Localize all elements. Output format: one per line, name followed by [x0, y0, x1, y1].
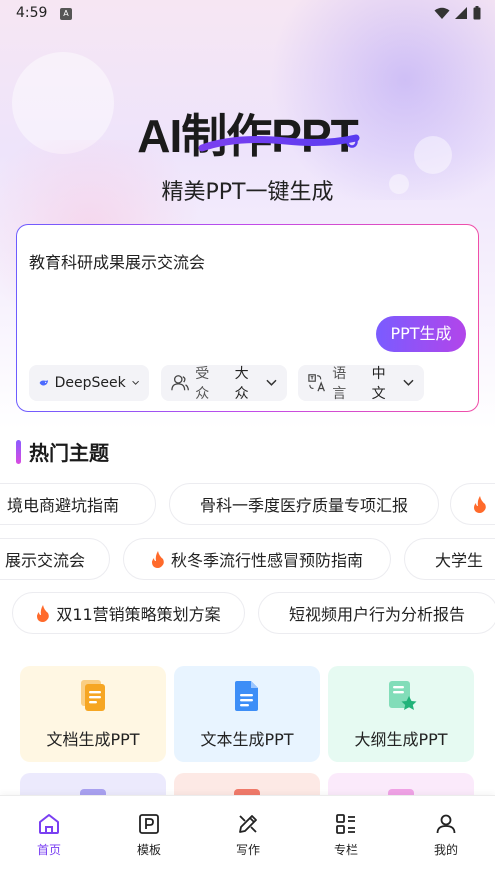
nav-label: 模板: [136, 843, 161, 857]
template-icon: [139, 814, 159, 834]
pen-icon: [239, 815, 257, 833]
doc-to-ppt-card[interactable]: 文档生成PPT: [20, 666, 166, 762]
topic-tag-label: 双11营销策略策划方案: [56, 605, 221, 624]
audience-selector[interactable]: 受众 大众: [161, 365, 287, 402]
chevron-down-icon: [403, 379, 414, 386]
feature-label: 大纲生成PPT: [354, 730, 448, 749]
outline-to-ppt-card[interactable]: 大纲生成PPT: [328, 666, 474, 762]
topic-input-card[interactable]: 教育科研成果展示交流会 PPT生成 DeepSeek 受众 大众 语言 中文: [16, 224, 479, 412]
topic-tag[interactable]: 骨科一季度医疗质量专项汇报: [169, 483, 439, 525]
topic-tag-label: 骨科一季度医疗质量专项汇报: [199, 496, 408, 515]
topic-input[interactable]: 教育科研成果展示交流会: [29, 249, 205, 273]
topic-tag-label: 短视频用户行为分析报告: [289, 605, 466, 624]
nav-label: 首页: [36, 843, 61, 857]
bottom-nav: 首页 模板 写作 专栏 我的: [0, 795, 495, 880]
chevron-down-icon: [266, 379, 277, 386]
model-selector[interactable]: DeepSeek: [29, 365, 149, 401]
topic-tag-label: 展示交流会: [4, 551, 85, 570]
hot-topics-header: 热门主题: [16, 437, 109, 466]
nav-writing[interactable]: 写作: [218, 812, 278, 858]
language-selector[interactable]: 语言 中文: [298, 365, 424, 402]
model-value: DeepSeek: [54, 375, 126, 391]
topic-tag-label: 秋冬季流行性感冒预防指南: [170, 551, 363, 570]
topic-row: 展示交流会 秋冬季流行性感冒预防指南 大学生: [0, 538, 495, 580]
audience-icon: [171, 375, 189, 391]
fire-icon: [151, 550, 164, 568]
language-label: 语言: [332, 366, 347, 402]
nav-templates[interactable]: 模板: [119, 812, 179, 858]
topic-tag-label: 境电商避坑指南: [6, 496, 119, 515]
audience-label: 受众: [195, 366, 210, 402]
nav-profile[interactable]: 我的: [416, 812, 476, 858]
fire-icon: [474, 495, 486, 513]
topic-tag[interactable]: 秋冬季流行性感冒预防指南: [123, 538, 391, 580]
topic-row: 境电商避坑指南 骨科一季度医疗质量专项汇报: [0, 483, 495, 525]
topic-tag[interactable]: 短视频用户行为分析报告: [258, 592, 495, 634]
status-bar: 4:59 A: [0, 0, 495, 28]
nav-label: 写作: [235, 843, 260, 857]
nav-label: 专栏: [333, 843, 358, 857]
home-icon: [39, 814, 59, 834]
hot-topics-title: 热门主题: [29, 441, 109, 465]
status-icons: [434, 6, 481, 20]
title-underline-swoosh: [198, 134, 360, 152]
topic-tag[interactable]: 境电商避坑指南: [0, 483, 156, 525]
document-icon: [81, 680, 105, 711]
language-value: 中文: [371, 366, 386, 402]
outline-icon: [389, 681, 417, 710]
section-accent-bar: [16, 439, 21, 464]
nav-label: 我的: [433, 843, 458, 857]
translate-icon: [308, 374, 325, 392]
chevron-down-icon: [132, 380, 139, 385]
nav-columns[interactable]: 专栏: [316, 812, 376, 858]
wifi-icon: [434, 7, 450, 19]
profile-icon: [436, 814, 456, 834]
deepseek-whale-icon: [39, 379, 49, 386]
topic-tag-label: 大学生: [435, 551, 484, 570]
topic-row: 双11营销策略策划方案 短视频用户行为分析报告: [0, 592, 495, 634]
status-time: 4:59: [16, 5, 48, 21]
nav-home[interactable]: 首页: [19, 812, 79, 858]
feature-label: 文本生成PPT: [200, 730, 294, 749]
topic-tag[interactable]: 展示交流会: [0, 538, 110, 580]
column-icon: [336, 814, 355, 834]
topic-tag[interactable]: [450, 483, 495, 525]
notification-icon: A: [60, 8, 72, 20]
ppt-generate-button[interactable]: PPT生成: [376, 316, 466, 352]
feature-label: 文档生成PPT: [46, 730, 140, 749]
text-to-ppt-card[interactable]: 文本生成PPT: [174, 666, 320, 762]
topic-tag[interactable]: 大学生: [404, 538, 495, 580]
hero-subtitle: 精美PPT一键生成: [161, 180, 334, 205]
text-file-icon: [235, 681, 258, 711]
signal-icon: [455, 6, 467, 19]
audience-value: 大众: [234, 366, 249, 402]
fire-icon: [37, 604, 50, 622]
topic-tag[interactable]: 双11营销策略策划方案: [12, 592, 245, 634]
battery-icon: [473, 6, 481, 20]
